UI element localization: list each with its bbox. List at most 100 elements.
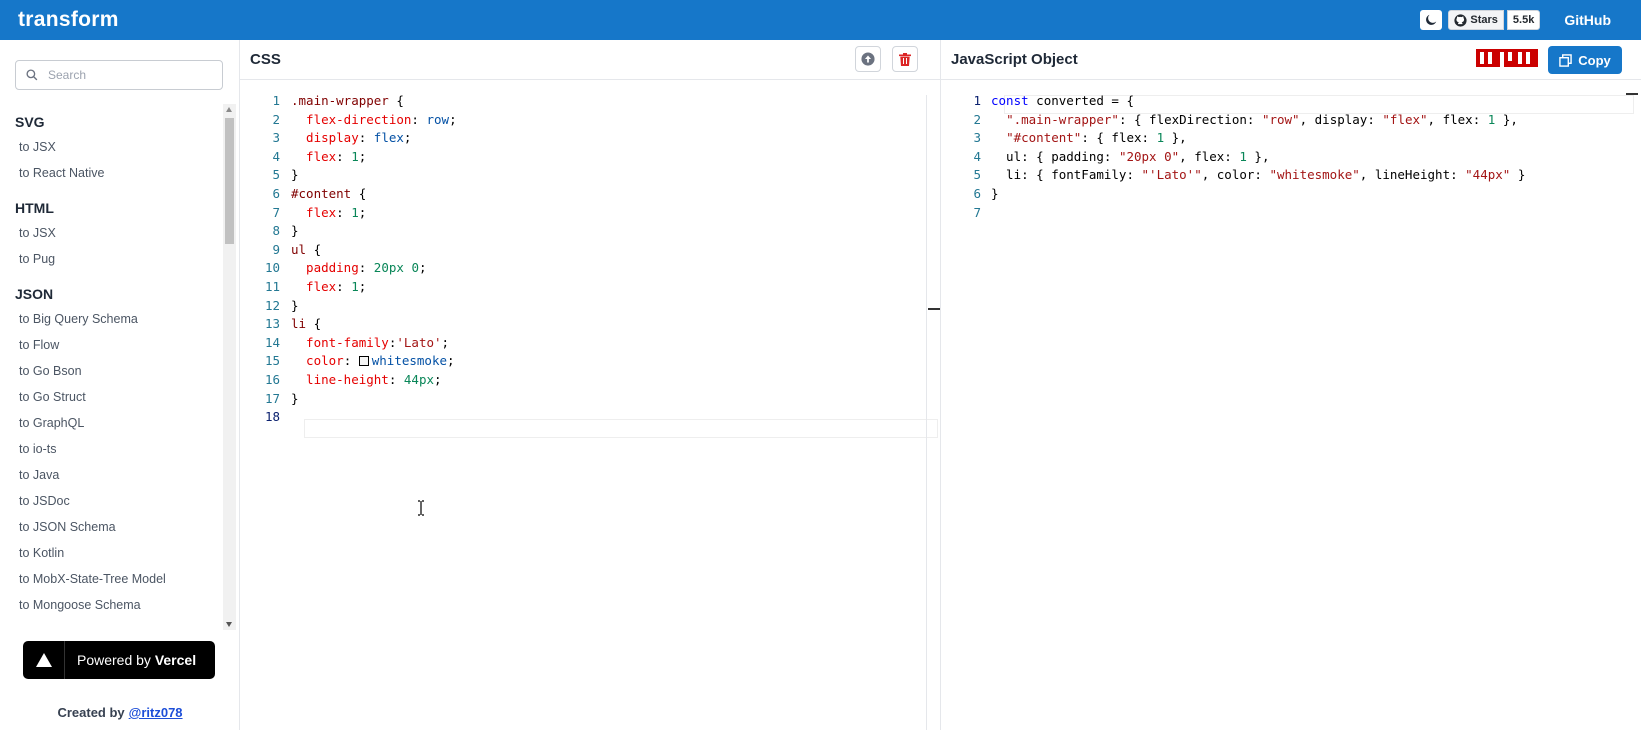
stars-count[interactable]: 5.5k [1506, 10, 1541, 30]
code-line[interactable]: ul: { padding: "20px 0", flex: 1 }, [991, 147, 1269, 166]
upload-icon [861, 52, 875, 66]
line-number: 15 [264, 353, 280, 369]
code-token: 1 [351, 279, 359, 294]
code-line[interactable]: #content { [291, 184, 366, 203]
code-token: "'Lato'" [1141, 167, 1202, 183]
code-token: padding [291, 260, 359, 276]
code-line[interactable]: "#content": { flex: 1 }, [991, 128, 1187, 147]
code-line[interactable]: line-height: 44px; [291, 370, 442, 389]
code-line[interactable]: padding: 20px 0; [291, 258, 426, 277]
line-number: 18 [264, 409, 280, 425]
delete-button[interactable] [892, 46, 918, 72]
copy-button[interactable]: Copy [1548, 46, 1622, 74]
css-panel-title: CSS [250, 51, 281, 68]
sidebar-item-html-to-jsx[interactable]: to JSX [0, 220, 223, 246]
github-link[interactable]: GitHub [1564, 12, 1611, 28]
code-line[interactable]: } [291, 165, 299, 184]
code-line[interactable]: li { [291, 314, 321, 333]
code-line[interactable]: .main-wrapper { [291, 91, 404, 110]
copy-icon [1559, 53, 1573, 67]
color-swatch[interactable] [358, 356, 369, 367]
sidebar-item-json-to-mobx-state-tree[interactable]: to MobX-State-Tree Model [0, 566, 223, 592]
dark-mode-toggle[interactable] [1420, 10, 1443, 30]
github-stars-button[interactable]: Stars [1448, 10, 1504, 30]
code-token: ; [447, 353, 455, 369]
github-icon [1454, 13, 1467, 27]
code-line[interactable]: } [291, 389, 299, 408]
sidebar-item-html-to-pug[interactable]: to Pug [0, 246, 223, 272]
code-token: #content [291, 186, 352, 201]
powered-by-vercel-badge[interactable]: Powered by Vercel [23, 641, 215, 679]
code-line[interactable]: font-family:'Lato'; [291, 333, 449, 352]
line-number: 14 [264, 334, 280, 350]
code-line[interactable]: flex: 1; [291, 147, 366, 166]
scroll-up-arrow-icon[interactable] [226, 107, 232, 112]
code-line[interactable]: ul { [291, 240, 321, 259]
code-line[interactable]: ".main-wrapper": { flexDirection: "row",… [991, 110, 1518, 129]
line-number: 4 [272, 148, 280, 164]
sidebar-item-svg-to-react-native[interactable]: to React Native [0, 160, 223, 186]
code-token: : [336, 204, 352, 220]
line-number: 3 [272, 130, 280, 146]
code-line[interactable]: const converted = { [991, 91, 1134, 110]
sidebar-item-json-to-big-query-schema[interactable]: to Big Query Schema [0, 306, 223, 332]
search-box[interactable] [15, 60, 223, 90]
line-number: 4 [973, 148, 981, 164]
search-input[interactable] [48, 68, 208, 82]
line-number: 1 [973, 93, 981, 108]
code-token: ; [441, 334, 450, 350]
sidebar-item-json-to-mongoose-schema[interactable]: to Mongoose Schema [0, 592, 223, 618]
line-number: 5 [272, 167, 280, 183]
sidebar-item-json-to-io-ts[interactable]: to io-ts [0, 436, 223, 462]
code-token: 44px [403, 372, 435, 387]
sidebar-item-json-to-java[interactable]: to Java [0, 462, 223, 488]
sidebar-item-json-to-json-schema[interactable]: to JSON Schema [0, 514, 223, 540]
sidebar-item-svg-to-jsx[interactable]: to JSX [0, 134, 223, 160]
upload-button[interactable] [855, 46, 881, 72]
sidebar-item-json-to-go-bson[interactable]: to Go Bson [0, 358, 223, 384]
code-token: flex-direction [291, 111, 412, 127]
code-token: flex [291, 279, 337, 294]
sidebar-item-json-to-kotlin[interactable]: to Kotlin [0, 540, 223, 566]
code-token: }, [1164, 130, 1187, 146]
code-token: , color: [1201, 167, 1270, 183]
code-token: whitesmoke [371, 353, 448, 369]
code-line[interactable]: flex: 1; [291, 203, 366, 222]
line-number: 2 [973, 111, 981, 127]
sidebar-item-json-to-go-struct[interactable]: to Go Struct [0, 384, 223, 410]
code-token: : [358, 260, 374, 276]
line-number: 9 [272, 241, 280, 257]
sidebar-item-json-to-flow[interactable]: to Flow [0, 332, 223, 358]
code-line[interactable]: } [991, 184, 999, 203]
scrollbar-thumb[interactable] [225, 118, 234, 244]
search-icon [26, 69, 38, 81]
code-token: { [388, 93, 404, 108]
code-line[interactable]: color: whitesmoke; [291, 351, 455, 370]
code-token: ; [358, 148, 367, 164]
code-token: ; [434, 372, 442, 387]
created-by-line: Created by @ritz078 [0, 705, 240, 720]
app-logo[interactable]: transform [18, 8, 119, 32]
sidebar-item-json-to-graphql[interactable]: to GraphQL [0, 410, 223, 436]
sidebar-item-json-to-jsdoc[interactable]: to JSDoc [0, 488, 223, 514]
code-line[interactable]: flex-direction: row; [291, 110, 457, 129]
github-stars-widget[interactable]: Stars 5.5k [1448, 10, 1541, 30]
scroll-down-arrow-icon[interactable] [226, 622, 232, 627]
code-line[interactable]: } [291, 296, 299, 315]
code-line[interactable]: li: { fontFamily: "'Lato'", color: "whit… [991, 165, 1525, 184]
js-output-editor[interactable]: 1 const converted = { 2 ".main-wrapper": {… [941, 80, 1641, 730]
code-line[interactable]: display: flex; [291, 128, 411, 147]
sidebar-scrollbar[interactable] [223, 104, 236, 630]
css-editor[interactable]: 1 .main-wrapper {2 flex-direction: row; 3 … [240, 80, 940, 730]
npm-logo-icon[interactable] [1476, 49, 1538, 71]
code-line[interactable]: flex: 1; [291, 277, 366, 296]
author-link[interactable]: @ritz078 [129, 705, 183, 720]
line-number: 17 [264, 390, 280, 406]
code-line[interactable]: } [291, 221, 299, 240]
js-panel-title: JavaScript Object [951, 51, 1078, 68]
css-editor-minimap-edge [926, 95, 927, 730]
code-token: converted = { [1028, 93, 1134, 108]
code-token: , lineHeight: [1359, 167, 1466, 183]
code-token: 1 [1156, 130, 1165, 146]
